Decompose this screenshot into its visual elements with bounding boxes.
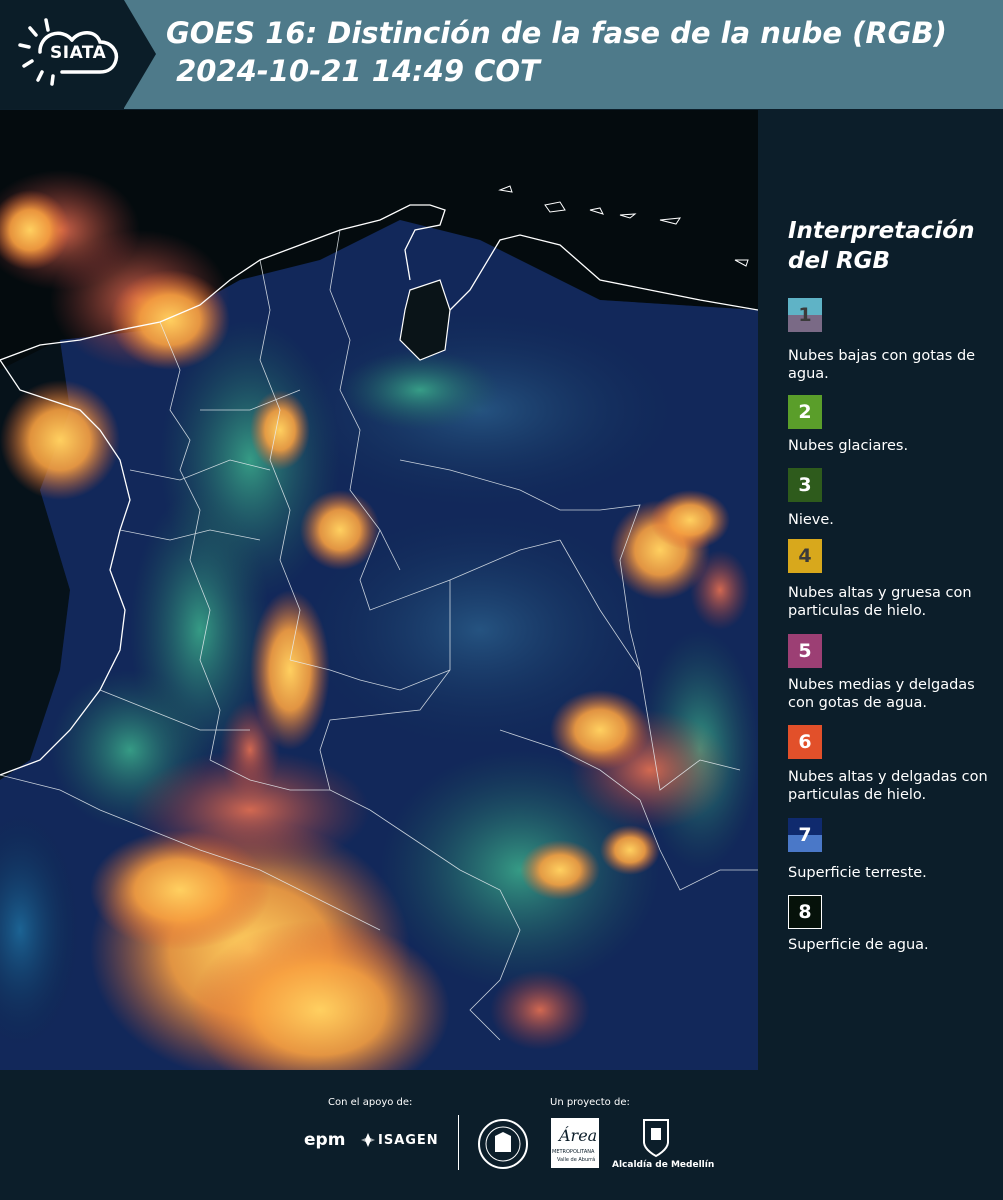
legend-title-line-2: del RGB <box>788 248 891 274</box>
rgb-composite-image <box>0 110 758 1070</box>
legend-swatch-5: 5 <box>788 634 822 668</box>
satellite-map[interactable] <box>0 110 758 1070</box>
legend-swatch-3: 3 <box>788 468 822 502</box>
area-logo-sub2: Valle de Aburrá <box>557 1157 596 1163</box>
isagen-icon <box>361 1133 375 1147</box>
legend-swatch-num: 6 <box>798 731 812 753</box>
legend-swatch-num: 8 <box>798 901 812 923</box>
legend-title: Interpretación del RGB <box>788 216 974 276</box>
legend-label-4: Nubes altas y gruesa con particulas de h… <box>788 585 972 619</box>
legend-label-1: Nubes bajas con gotas de agua. <box>788 348 976 382</box>
university-seal-logo <box>478 1119 528 1169</box>
legend-title-line-1: Interpretación <box>788 218 975 244</box>
legend-swatch-num: 5 <box>798 640 812 662</box>
project-label: Un proyecto de: <box>550 1097 630 1108</box>
area-logo-sub1: METROPOLITANA <box>552 1149 595 1155</box>
header-arrow <box>124 0 156 108</box>
area-metropolitana-logo: Área METROPOLITANA Valle de Aburrá <box>551 1118 599 1168</box>
legend-label-7: Superficie terreste. <box>788 865 927 881</box>
legend-swatch-2: 2 <box>788 395 822 429</box>
legend-swatch-6: 6 <box>788 725 822 759</box>
footer-divider <box>458 1115 459 1170</box>
isagen-logo: ISAGEN <box>378 1133 439 1148</box>
title-line-2: 2024-10-21 14:49 COT <box>166 54 540 88</box>
header-bar: SIATA GOES 16: Distinción de la fase de … <box>0 0 1003 109</box>
area-logo-text: Área <box>559 1126 598 1145</box>
legend-swatch-num: 7 <box>798 824 812 846</box>
logo-text: SIATA <box>50 43 107 63</box>
siata-logo: SIATA <box>0 0 124 109</box>
legend-label-5: Nubes medias y delgadas con gotas de agu… <box>788 677 975 711</box>
legend-swatch-num: 2 <box>798 401 812 423</box>
legend-label-2: Nubes glaciares. <box>788 438 909 454</box>
legend-swatch-num: 3 <box>798 474 812 496</box>
legend-label-8: Superficie de agua. <box>788 937 929 953</box>
alcaldia-logo-text: Alcaldía de Medellín <box>612 1160 715 1170</box>
footer: Con el apoyo de: Un proyecto de: epm ISA… <box>0 1070 1003 1200</box>
page-title: GOES 16: Distinción de la fase de la nub… <box>166 14 947 90</box>
support-label: Con el apoyo de: <box>328 1097 413 1108</box>
title-line-1: GOES 16: Distinción de la fase de la nub… <box>166 16 947 50</box>
legend-swatch-4: 4 <box>788 539 822 573</box>
legend-swatch-1: 1 <box>788 298 822 332</box>
legend-swatch-7: 7 <box>788 818 822 852</box>
epm-logo: epm <box>304 1130 346 1150</box>
legend-label-3: Nieve. <box>788 512 834 528</box>
legend-panel: Interpretación del RGB 1 Nubes bajas con… <box>758 110 1003 1070</box>
medellin-shield-icon <box>643 1119 669 1158</box>
legend-swatch-num: 1 <box>798 304 812 326</box>
legend-label-6: Nubes altas y delgadas con particulas de… <box>788 769 988 803</box>
legend-swatch-8: 8 <box>788 895 822 929</box>
legend-swatch-num: 4 <box>798 545 812 567</box>
